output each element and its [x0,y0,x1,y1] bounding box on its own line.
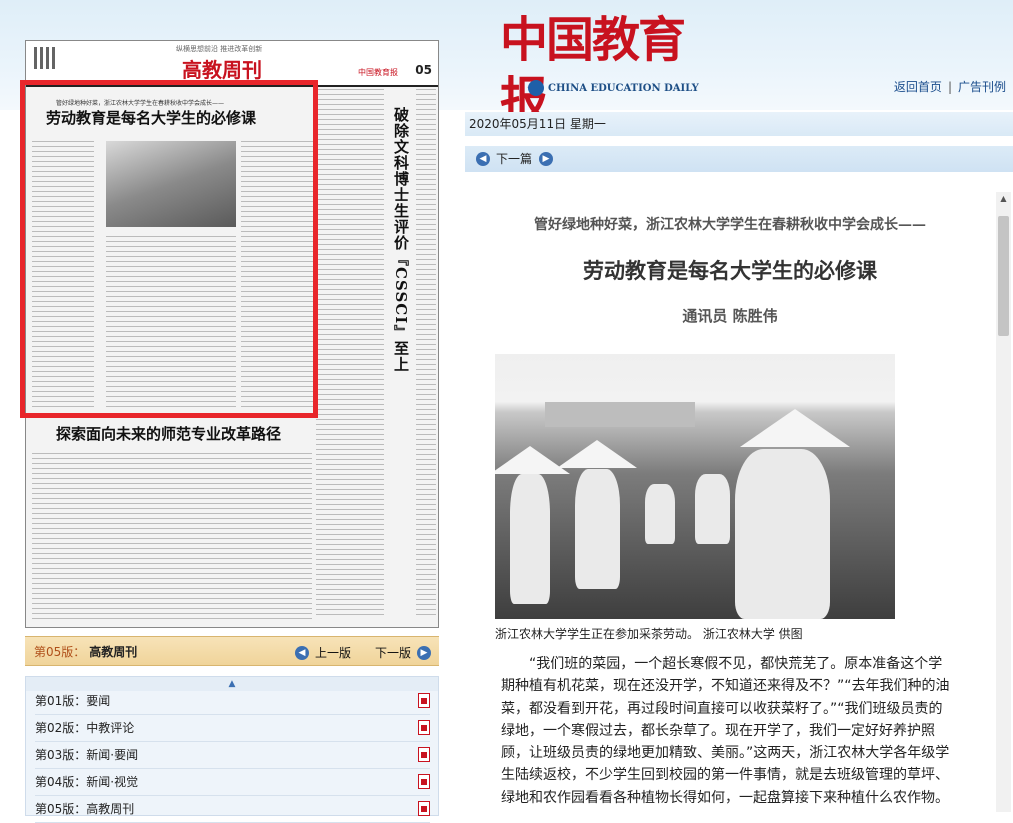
pdf-icon[interactable] [418,774,430,789]
edition-item[interactable]: 第02版：中教评论 [35,715,430,742]
edition-item[interactable]: 第01版：要闻 [35,688,430,715]
article-headline: 劳动教育是每名大学生的必修课 [583,258,877,283]
article-nav-bar: ◀ 下一篇 ▶ [465,146,1013,172]
prev-edition-button[interactable]: ◀ 上一版 [295,644,351,661]
text-column [32,453,312,621]
photo-person [695,474,730,544]
globe-icon [528,80,544,96]
home-nav-icon[interactable]: ◀ [476,152,490,166]
edition-name: 高教周刊 [89,644,138,659]
prev-edition-label: 上一版 [315,646,352,660]
photo-building [545,402,695,427]
article-kicker: 管好绿地种好菜，浙江农林大学学生在春耕秋收中学会成长—— [534,217,926,233]
pdf-icon[interactable] [418,747,430,762]
photo-hat [557,440,637,468]
editions-list: ▲ 第01版：要闻 第02版：中教评论 第03版：新闻·要闻 第04版：新闻·视… [25,676,439,823]
text-column [416,89,436,619]
photo-person [735,449,830,619]
arrow-right-icon[interactable]: ▶ [539,152,553,166]
scroll-up-arrow-icon[interactable]: ▲ [996,192,1011,206]
next-article-link[interactable]: 下一篇 [496,146,532,172]
edition-bar: 第05版： 高教周刊 ◀ 上一版 下一版 ▶ [25,636,439,666]
english-logo-text: CHINA EDUCATION DAILY [548,82,699,94]
thumbnail-section-title: 高教周刊 [182,58,262,82]
edition-label: 第05版： [34,644,86,659]
edition-item[interactable]: 第04版：新闻·视觉 [35,769,430,796]
thumbnail-slogan: 纵横思想前沿 推进改革创新 [176,45,263,53]
pdf-icon[interactable] [418,693,430,708]
scrollbar-thumb[interactable] [998,216,1009,336]
next-edition-button[interactable]: 下一版 ▶ [375,644,432,661]
qr-code-icon [34,47,56,69]
photo-person [645,484,675,544]
edition-item[interactable]: 第03版：新闻·要闻 [35,742,430,769]
thumbnail-vertical-headline[interactable]: 破除文科博士生评价『CSSCI』至上 [392,107,412,372]
top-links: 返回首页 | 广告刊例 [894,78,1006,95]
article-photo [495,354,895,619]
pdf-icon[interactable] [418,801,430,816]
arrow-right-icon: ▶ [417,645,432,660]
newspaper-logo[interactable]: 中国教育报 [500,10,700,128]
thumbnail-headline-2[interactable]: 探索面向未来的师范专业改革路径 [56,423,281,444]
ad-rates-link[interactable]: 广告刊例 [958,80,1006,94]
pdf-icon[interactable] [418,720,430,735]
date-line: 2020年05月11日 星期一 [465,112,1013,136]
photo-caption: 浙江农林大学学生正在参加采茶劳动。 浙江农林大学 供图 [495,627,803,641]
thumbnail-paper-logo: 中国教育报 [358,68,398,77]
arrow-left-icon: ◀ [295,645,309,660]
english-logo: CHINA EDUCATION DAILY [528,78,699,98]
photo-person [510,474,550,604]
thumbnail-edition-number: 05 [415,63,432,77]
article-byline: 通讯员 陈胜伟 [682,307,778,325]
selected-article-highlight[interactable] [20,80,318,418]
article-scrollbar[interactable]: ▲ [996,192,1011,812]
next-edition-label: 下一版 [375,646,412,660]
link-separator: | [947,80,952,94]
photo-hat [740,409,850,447]
text-column [316,89,384,619]
home-link[interactable]: 返回首页 [894,80,942,94]
photo-person [575,469,620,589]
article-body: “我们班的菜园，一个超长寒假不见，都快荒芜了。原本准备这个学期种植有机花菜，现在… [501,656,950,806]
